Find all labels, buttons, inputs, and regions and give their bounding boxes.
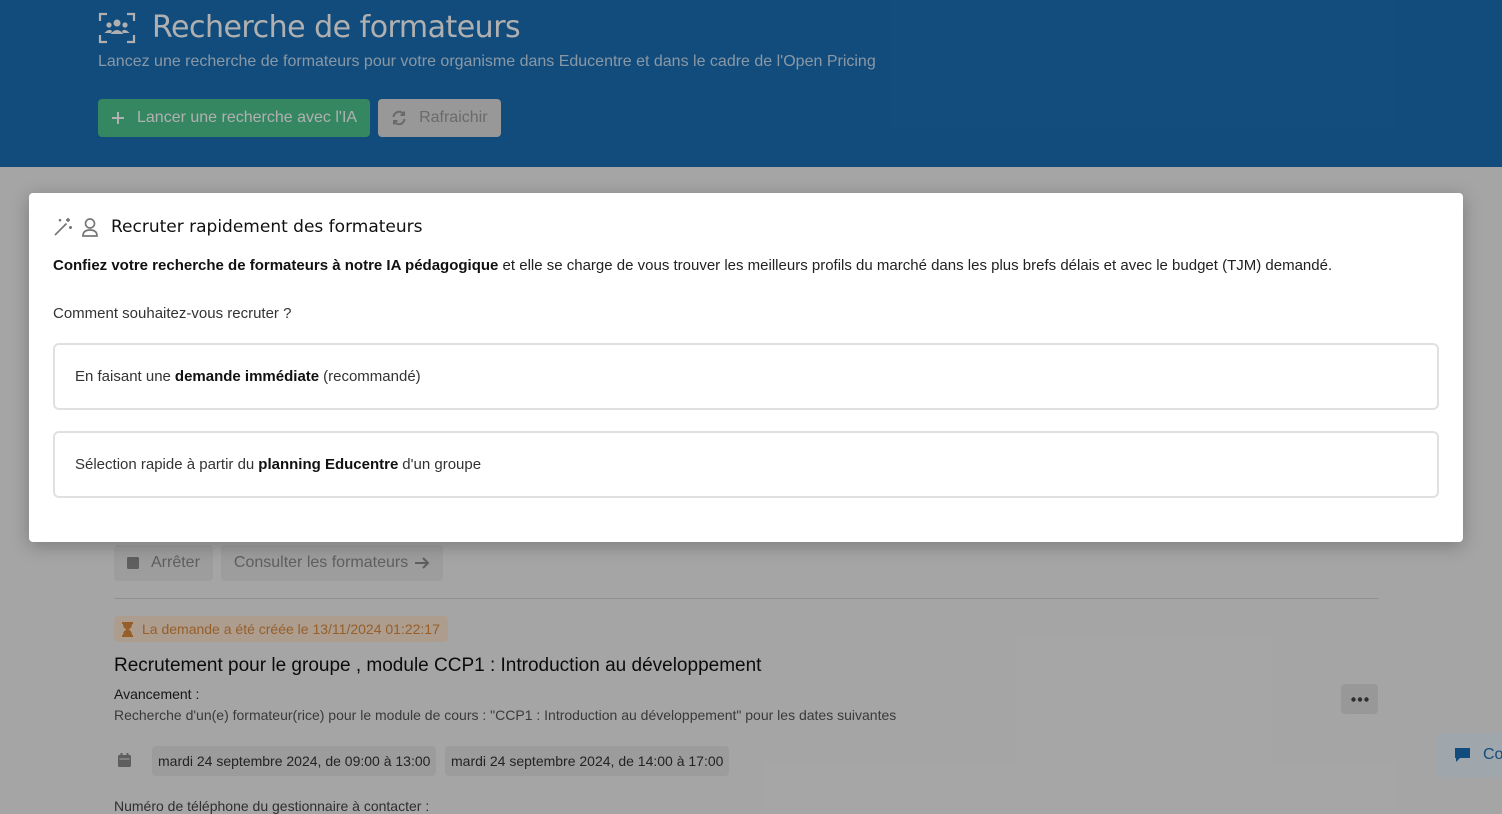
modal-description-bold: Confiez votre recherche de formateurs à …	[53, 257, 499, 274]
option-prefix: En faisant une	[75, 368, 171, 385]
modal-description: Confiez votre recherche de formateurs à …	[53, 257, 1332, 274]
modal-question: Comment souhaitez-vous recruter ?	[53, 305, 292, 322]
award-user-icon	[81, 217, 99, 237]
option-bold: planning Educentre	[258, 456, 399, 473]
option-prefix: Sélection rapide à partir du	[75, 456, 255, 473]
option-bold: demande immédiate	[174, 368, 320, 385]
option-suffix: (recommandé)	[323, 368, 421, 385]
modal-description-rest: et elle se charge de vous trouver les me…	[502, 257, 1333, 274]
magic-wand-icon	[53, 217, 73, 237]
modal-header: Recruter rapidement des formateurs	[53, 217, 422, 237]
option-immediate-request[interactable]: En faisant une demande immédiate (recomm…	[53, 343, 1439, 410]
option-planning-selection[interactable]: Sélection rapide à partir du planning Ed…	[53, 431, 1439, 498]
recruit-modal: Recruter rapidement des formateurs Confi…	[29, 193, 1463, 542]
modal-title: Recruter rapidement des formateurs	[111, 217, 423, 237]
option-suffix: d'un groupe	[402, 456, 482, 473]
